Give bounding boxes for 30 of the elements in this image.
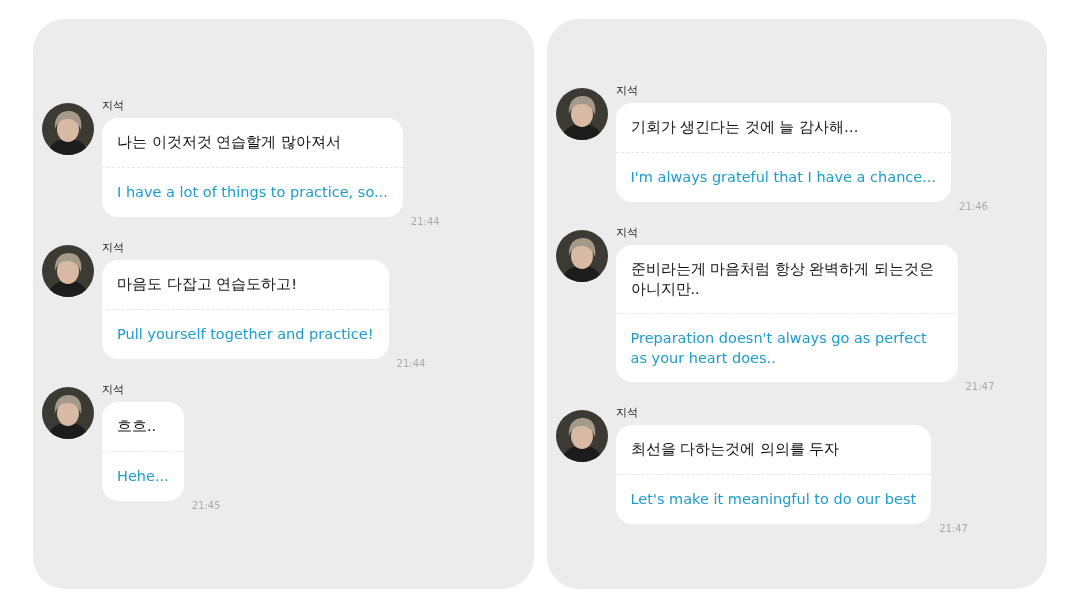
message-time: 21:44 <box>396 358 426 369</box>
translation-text: Hehe... <box>117 467 169 486</box>
translation-text: I have a lot of things to practice, so... <box>117 183 388 202</box>
translation-text: Preparation doesn't always go as perfect as your heart does.. <box>630 329 928 368</box>
message-text: 흐흐.. <box>117 417 158 436</box>
message-text: 나는 이것저것 연습할게 많아져서 <box>117 133 342 152</box>
translation-text: Pull yourself together and practice! <box>117 325 374 344</box>
avatar <box>555 230 608 282</box>
sender-name: 지석 <box>102 241 125 255</box>
message-text: 기회가 생긴다는 것에 늘 감사해… <box>630 118 860 137</box>
avatar <box>42 103 94 155</box>
avatar <box>555 410 608 462</box>
sender-name: 지석 <box>102 99 125 113</box>
sender-name: 지석 <box>615 406 639 420</box>
message-time: 21:47 <box>965 381 995 392</box>
message-time: 21:45 <box>191 500 221 511</box>
sender-name: 지석 <box>615 226 639 240</box>
avatar <box>42 387 94 439</box>
message-text: 최선을 다하는것에 의의를 두자 <box>630 440 841 459</box>
message-text: 마음도 다잡고 연습도하고! <box>117 275 299 294</box>
message-text: 준비라는게 마음처럼 항상 완벽하게 되는것은 아니지만.. <box>630 260 935 299</box>
message-time: 21:47 <box>939 523 968 534</box>
translation-text: I'm always grateful that I have a chance... <box>630 168 937 187</box>
message-time: 21:46 <box>959 201 988 212</box>
sender-name: 지석 <box>615 84 639 98</box>
translation-text: Let's make it meaningful to do our best <box>630 490 917 509</box>
sender-name: 지석 <box>102 383 125 397</box>
avatar <box>42 245 94 297</box>
message-time: 21:44 <box>410 216 440 227</box>
avatar <box>555 88 608 140</box>
